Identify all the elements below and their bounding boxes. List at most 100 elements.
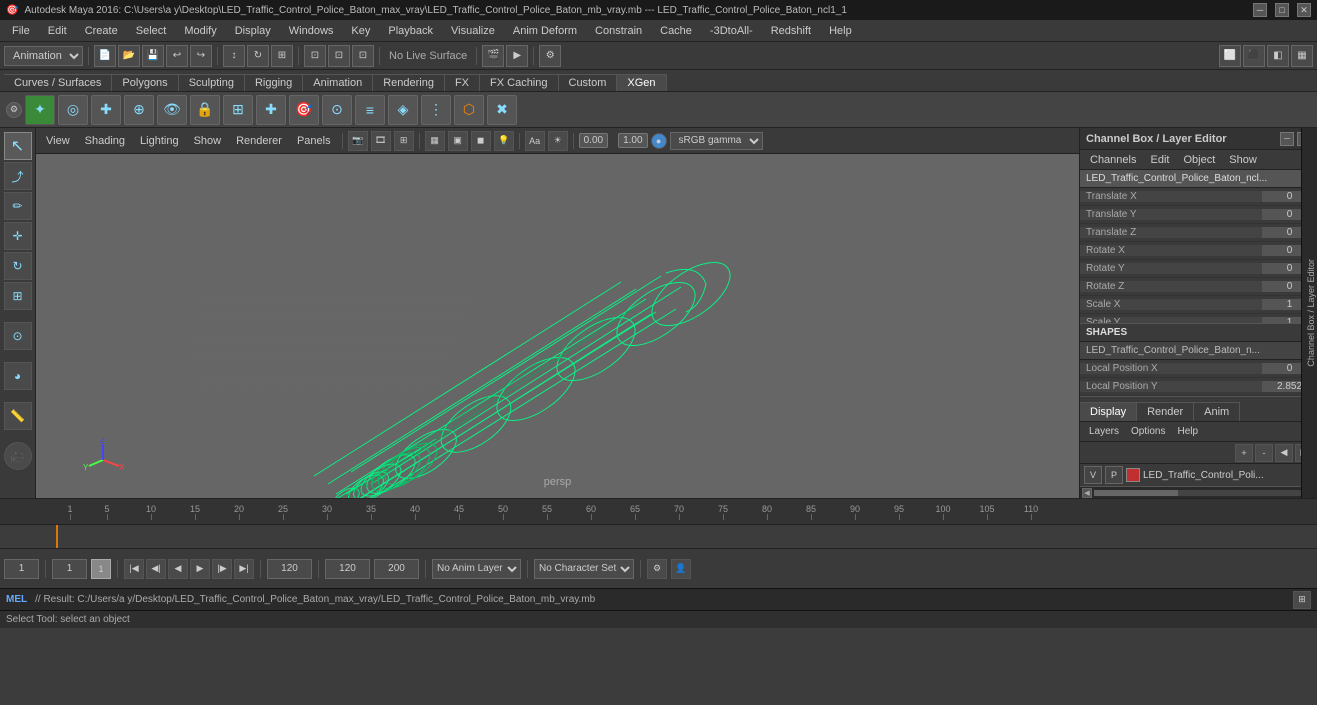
vp-camera-btn[interactable]: 📷 <box>348 131 368 151</box>
le-menu-layers[interactable]: Layers <box>1084 425 1124 438</box>
menu-anim-deform[interactable]: Anim Deform <box>505 23 585 39</box>
scroll-track[interactable] <box>1094 490 1303 496</box>
measure-btn[interactable]: 📏 <box>4 402 32 430</box>
le-menu-help[interactable]: Help <box>1172 425 1203 438</box>
cb-minimize-btn[interactable]: ─ <box>1280 132 1294 146</box>
scroll-left-arrow[interactable]: ◀ <box>1082 488 1092 498</box>
lasso-tool-btn[interactable]: ⤴ <box>4 162 32 190</box>
shelf-icon-7[interactable]: ⊞ <box>223 95 253 125</box>
go-start-btn[interactable]: |◀ <box>124 559 144 579</box>
viewport-canvas[interactable]: X Y Z persp <box>36 154 1079 498</box>
menu-windows[interactable]: Windows <box>281 23 342 39</box>
shelf-icon-2[interactable]: ◎ <box>58 95 88 125</box>
gamma-color-btn[interactable]: ● <box>651 133 667 149</box>
shelf-icon-12[interactable]: ◈ <box>388 95 418 125</box>
rotate-tool-btn[interactable]: ↻ <box>4 252 32 280</box>
shelf-tab-rendering[interactable]: Rendering <box>373 74 445 91</box>
open-btn[interactable]: 📂 <box>118 45 140 67</box>
vp-menu-lighting[interactable]: Lighting <box>134 133 185 149</box>
shelf-settings-btn[interactable]: ⚙ <box>6 102 22 118</box>
cb-menu-channels[interactable]: Channels <box>1084 152 1142 168</box>
vp-menu-renderer[interactable]: Renderer <box>230 133 288 149</box>
shelf-icon-6[interactable]: 🔒 <box>190 95 220 125</box>
scale-btn[interactable]: ⊞ <box>271 45 293 67</box>
shelf-tab-animation[interactable]: Animation <box>303 74 373 91</box>
render-view-btn[interactable]: 🎬 <box>482 45 504 67</box>
timeline-track[interactable] <box>0 525 1317 548</box>
le-icon-remove[interactable]: - <box>1255 444 1273 462</box>
shelf-icon-13[interactable]: ⋮ <box>421 95 451 125</box>
shelf-tab-polygons[interactable]: Polygons <box>112 74 178 91</box>
layout-btn2[interactable]: ⬛ <box>1243 45 1265 67</box>
shelf-icon-14[interactable]: ⬡ <box>454 95 484 125</box>
save-btn[interactable]: 💾 <box>142 45 164 67</box>
le-icon-add[interactable]: + <box>1235 444 1253 462</box>
shelf-icon-3[interactable]: ✚ <box>91 95 121 125</box>
settings-btn2[interactable]: ⚙ <box>647 559 667 579</box>
frame-end-field[interactable] <box>267 559 312 579</box>
step-forward-btn[interactable]: |▶ <box>212 559 232 579</box>
vp-xray-btn[interactable]: ☀ <box>548 131 568 151</box>
vp-film-btn[interactable]: 🎞 <box>371 131 391 151</box>
show-manip-btn[interactable]: ⊙ <box>4 322 32 350</box>
render-btn[interactable]: ▶ <box>506 45 528 67</box>
scale-tool-btn[interactable]: ⊞ <box>4 282 32 310</box>
le-menu-options[interactable]: Options <box>1126 425 1170 438</box>
menu-modify[interactable]: Modify <box>176 23 224 39</box>
layer-v-btn[interactable]: V <box>1084 466 1102 484</box>
cb-menu-object[interactable]: Object <box>1177 152 1221 168</box>
mode-select[interactable]: Animation <box>4 46 83 66</box>
character-set-select[interactable]: No Character Set <box>534 559 634 579</box>
layout-btn3[interactable]: ◧ <box>1267 45 1289 67</box>
vp-wire-btn[interactable]: ▦ <box>425 131 445 151</box>
shelf-icon-11[interactable]: ≡ <box>355 95 385 125</box>
menu-select[interactable]: Select <box>128 23 175 39</box>
move-tool-btn[interactable]: ✛ <box>4 222 32 250</box>
undo-btn[interactable]: ↩ <box>166 45 188 67</box>
anim-end-field[interactable] <box>325 559 370 579</box>
shelf-tab-fx[interactable]: FX <box>445 74 480 91</box>
menu-key[interactable]: Key <box>343 23 378 39</box>
shelf-icon-4[interactable]: ⊕ <box>124 95 154 125</box>
menu-display[interactable]: Display <box>227 23 279 39</box>
shelf-tab-sculpting[interactable]: Sculpting <box>179 74 245 91</box>
layout-btn1[interactable]: ⬜ <box>1219 45 1241 67</box>
shelf-tab-xgen[interactable]: XGen <box>617 74 666 91</box>
anim-total-field[interactable] <box>374 559 419 579</box>
shelf-tab-fxcaching[interactable]: FX Caching <box>480 74 558 91</box>
redo-btn[interactable]: ↪ <box>190 45 212 67</box>
shelf-tab-custom[interactable]: Custom <box>559 74 618 91</box>
rotate-btn[interactable]: ↻ <box>247 45 269 67</box>
shelf-icon-15[interactable]: ✖ <box>487 95 517 125</box>
frame-start-field[interactable] <box>52 559 87 579</box>
display-tab-render[interactable]: Render <box>1137 402 1194 421</box>
menu-cache[interactable]: Cache <box>652 23 700 39</box>
vp-light-btn[interactable]: 💡 <box>494 131 514 151</box>
menu-visualize[interactable]: Visualize <box>443 23 503 39</box>
anim-layer-select[interactable]: No Anim Layer <box>432 559 521 579</box>
vp-menu-show[interactable]: Show <box>188 133 228 149</box>
menu-help[interactable]: Help <box>821 23 860 39</box>
layer-p-btn[interactable]: P <box>1105 466 1123 484</box>
shelf-tab-rigging[interactable]: Rigging <box>245 74 303 91</box>
menu-redshift[interactable]: Redshift <box>763 23 819 39</box>
cb-menu-show[interactable]: Show <box>1223 152 1263 168</box>
shelf-icon-5[interactable]: 👁 <box>157 95 187 125</box>
close-button[interactable]: ✕ <box>1297 3 1311 17</box>
vp-aa-btn[interactable]: Aa <box>525 131 545 151</box>
char-btn[interactable]: 👤 <box>671 559 691 579</box>
play-forward-btn[interactable]: ▶ <box>190 559 210 579</box>
menu-file[interactable]: File <box>4 23 38 39</box>
snap2-btn[interactable]: ⊡ <box>328 45 350 67</box>
display-tab-display[interactable]: Display <box>1080 402 1137 421</box>
new-scene-btn[interactable]: 📄 <box>94 45 116 67</box>
shelf-icon-9[interactable]: 🎯 <box>289 95 319 125</box>
shelf-icon-10[interactable]: ⊙ <box>322 95 352 125</box>
select-tool-btn[interactable]: ↖ <box>4 132 32 160</box>
vp-menu-panels[interactable]: Panels <box>291 133 337 149</box>
vp-flat-btn[interactable]: ◼ <box>471 131 491 151</box>
gamma-select[interactable]: sRGB gamma <box>670 132 763 150</box>
go-end-btn[interactable]: ▶| <box>234 559 254 579</box>
settings-btn[interactable]: ⚙ <box>539 45 561 67</box>
paint-select-btn[interactable]: ✏ <box>4 192 32 220</box>
